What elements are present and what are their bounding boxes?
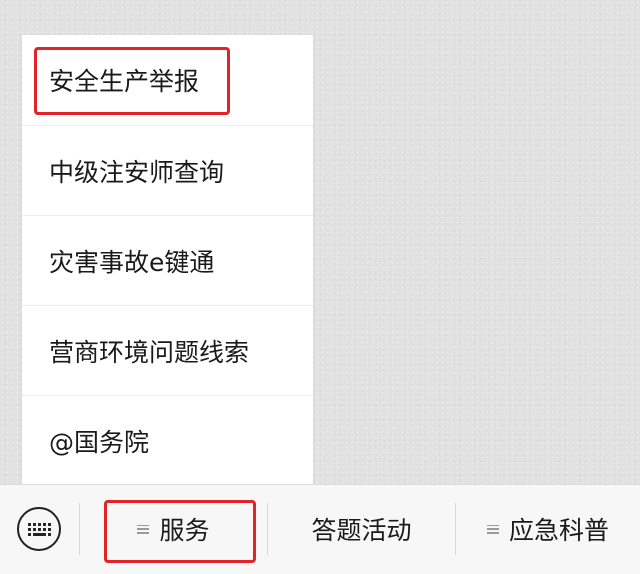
menu-item-label: 灾害事故e键通 xyxy=(49,247,215,277)
menu-item-state-council[interactable]: @国务院 xyxy=(22,395,313,485)
menu-lines-icon xyxy=(137,524,150,534)
menu-item-label: 中级注安师查询 xyxy=(49,157,225,187)
menu-item-label: 安全生产举报 xyxy=(49,67,200,96)
tab-quiz-activity[interactable]: 答题活动 xyxy=(268,485,455,573)
menu-item-safety-report[interactable]: 安全生产举报 xyxy=(22,35,313,125)
menu-item-engineer-query[interactable]: 中级注安师查询 xyxy=(22,125,313,215)
tab-emergency-science[interactable]: 应急科普 xyxy=(456,485,640,573)
tab-label: 答题活动 xyxy=(311,516,412,545)
menu-item-label: 营商环境问题线索 xyxy=(49,337,250,367)
keyboard-toggle-button[interactable] xyxy=(17,507,61,551)
tab-label: 服务 xyxy=(159,516,210,545)
menu-lines-icon xyxy=(486,524,499,534)
service-submenu: 安全生产举报 中级注安师查询 灾害事故e键通 营商环境问题线索 @国务院 xyxy=(22,35,313,484)
keyboard-icon xyxy=(27,522,51,536)
tab-service[interactable]: 服务 xyxy=(80,485,267,573)
bottom-menu-bar: 服务 答题活动 应急科普 xyxy=(0,484,640,574)
tab-label: 应急科普 xyxy=(508,516,609,545)
menu-item-label: @国务院 xyxy=(49,427,150,457)
menu-item-disaster-hotline[interactable]: 灾害事故e键通 xyxy=(22,215,313,305)
menu-item-business-clues[interactable]: 营商环境问题线索 xyxy=(22,305,313,395)
